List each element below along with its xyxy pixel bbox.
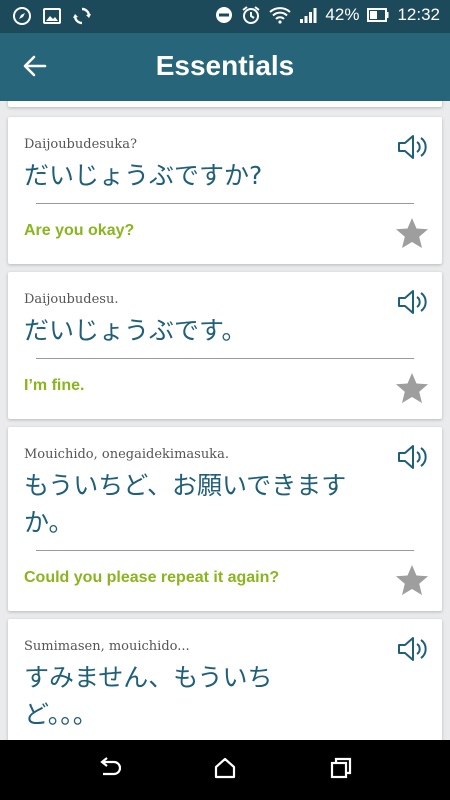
play-audio-button[interactable] <box>396 635 428 667</box>
japanese-text: もういちど、お願いできますか。 <box>24 471 347 537</box>
divider <box>36 358 414 359</box>
romaji-text: Mouichido, onegaidekimasuka. <box>24 447 229 462</box>
battery-icon <box>367 8 389 22</box>
favorite-button[interactable] <box>395 372 429 408</box>
english-translation: Could you please repeat it again? <box>24 569 280 586</box>
divider <box>36 203 414 204</box>
romaji-text: Sumimasen, mouichido... <box>24 639 190 654</box>
battery-percent: 42% <box>325 5 360 24</box>
wifi-icon <box>269 6 292 24</box>
nav-recents-icon <box>329 757 353 783</box>
phrase-card: Mouichido, onegaidekimasuka. もういちど、お願いでき… <box>8 427 442 611</box>
app-bar: Essentials <box>0 33 450 101</box>
english-translation: Are you okay? <box>24 222 135 239</box>
page-title: Essentials <box>155 50 295 81</box>
speaker-icon <box>396 445 428 475</box>
status-bar: 42% 12:32 <box>0 0 450 33</box>
star-icon <box>395 218 429 253</box>
phrase-card: Sumimasen, mouichido... すみません、もういちど。。。 <box>8 619 442 740</box>
play-audio-button[interactable] <box>396 443 428 475</box>
phrase-list[interactable]: Daijoubudesuka? だいじょうぶですか? Are you okay?… <box>0 101 450 740</box>
alarm-icon <box>241 5 261 25</box>
clock-time: 12:32 <box>397 5 440 24</box>
nav-home-button[interactable] <box>210 756 240 784</box>
phrase-card-partial <box>8 101 442 107</box>
nav-recents-button[interactable] <box>326 756 356 784</box>
japanese-text: だいじょうぶです。 <box>24 316 247 345</box>
star-icon <box>395 565 429 600</box>
play-audio-button[interactable] <box>396 288 428 320</box>
status-notifications <box>12 6 92 26</box>
speaker-icon <box>396 290 428 320</box>
speaker-icon <box>396 637 428 667</box>
image-icon <box>42 7 62 25</box>
status-system: 42% 12:32 <box>215 5 440 25</box>
speaker-icon <box>396 135 428 165</box>
nav-back-button[interactable] <box>95 756 125 784</box>
nav-back-icon <box>97 757 123 783</box>
do-not-disturb-icon <box>215 6 233 24</box>
favorite-button[interactable] <box>395 564 429 600</box>
japanese-text: だいじょうぶですか? <box>24 161 263 190</box>
phrase-card: Daijoubudesu. だいじょうぶです。 I’m fine. <box>8 272 442 419</box>
signal-icon <box>299 6 317 24</box>
favorite-button[interactable] <box>395 217 429 253</box>
compass-icon <box>12 6 32 26</box>
english-translation: I’m fine. <box>24 377 85 394</box>
romaji-text: Daijoubudesuka? <box>24 137 137 152</box>
japanese-text: すみません、もういちど。。。 <box>24 663 273 729</box>
play-audio-button[interactable] <box>396 133 428 165</box>
divider <box>36 550 414 551</box>
star-icon <box>395 373 429 408</box>
phrase-card: Daijoubudesuka? だいじょうぶですか? Are you okay? <box>8 117 442 264</box>
romaji-text: Daijoubudesu. <box>24 292 119 307</box>
nav-home-icon <box>213 757 237 783</box>
system-nav-bar <box>0 740 450 800</box>
sync-icon <box>72 6 92 26</box>
